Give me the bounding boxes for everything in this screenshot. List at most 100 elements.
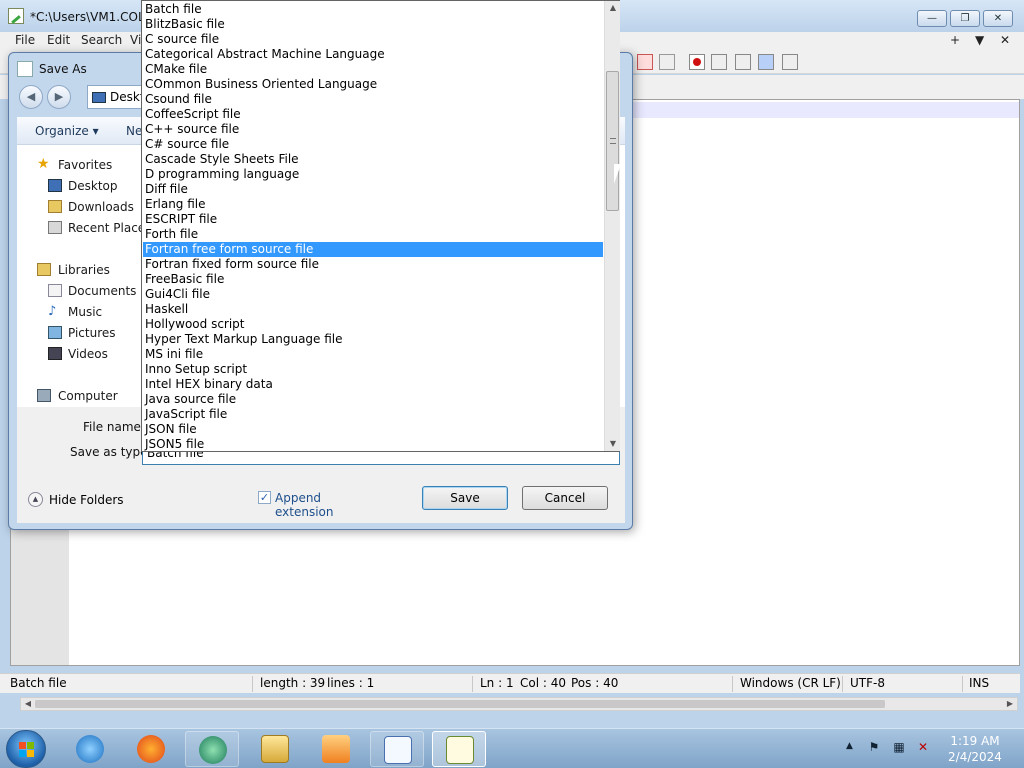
hide-folders-button[interactable]: ▲ Hide Folders xyxy=(28,491,138,509)
system-clock[interactable]: 1:19 AM 2/4/2024 xyxy=(940,733,1010,765)
dropdown-option[interactable]: Categorical Abstract Machine Language xyxy=(143,47,603,62)
start-button[interactable] xyxy=(6,730,46,768)
dropdown-option[interactable]: ESCRIPT file xyxy=(143,212,603,227)
action-center-flag-icon[interactable]: ⚑ xyxy=(866,740,882,756)
dropdown-option[interactable]: COmmon Business Oriented Language xyxy=(143,77,603,92)
dropdown-option[interactable]: Diff file xyxy=(143,182,603,197)
menu-search[interactable]: Search xyxy=(81,33,122,47)
dropdown-option[interactable]: JavaScript file xyxy=(143,407,603,422)
minimize-button[interactable]: — xyxy=(917,10,947,27)
nav-documents[interactable]: Documents xyxy=(17,282,147,300)
dropdown-option[interactable]: CoffeeScript file xyxy=(143,107,603,122)
forward-arrow-icon[interactable]: ▶ xyxy=(47,85,71,109)
menu-edit[interactable]: Edit xyxy=(47,33,70,47)
taskbar-internet-explorer[interactable] xyxy=(63,731,117,767)
dropdown-option[interactable]: Java source file xyxy=(143,392,603,407)
dropdown-option[interactable]: MS ini file xyxy=(143,347,603,362)
taskbar-media-player[interactable] xyxy=(309,731,363,767)
status-encoding: UTF-8 xyxy=(850,676,885,690)
dropdown-option[interactable]: Forth file xyxy=(143,227,603,242)
dropdown-option[interactable]: FreeBasic file xyxy=(143,272,603,287)
append-extension-checkbox[interactable]: ✓ Append extension xyxy=(258,489,378,519)
cancel-button[interactable]: Cancel xyxy=(522,486,608,510)
network-icon[interactable]: ▦ xyxy=(891,740,907,756)
save-as-type-dropdown-list[interactable]: Batch file BlitzBasic file C source file Ca… xyxy=(141,0,620,452)
scroll-thumb[interactable] xyxy=(35,700,885,708)
nav-libraries[interactable]: Libraries xyxy=(17,261,147,279)
new-tab-icon[interactable]: + xyxy=(950,33,960,47)
documents-icon xyxy=(48,284,62,297)
append-extension-label: Append extension xyxy=(275,491,334,519)
address-text: Deskt xyxy=(110,90,145,104)
dropdown-option[interactable]: Cascade Style Sheets File xyxy=(143,152,603,167)
libraries-icon xyxy=(37,263,51,276)
tab-list-icon[interactable]: ▼ xyxy=(975,33,984,47)
taskbar-wordpad[interactable] xyxy=(370,731,424,767)
nav-recent-places[interactable]: Recent Places xyxy=(17,219,151,237)
dropdown-option[interactable]: Intel HEX binary data xyxy=(143,377,603,392)
taskbar-notepadpp[interactable] xyxy=(432,731,486,767)
nav-pictures[interactable]: Pictures xyxy=(17,324,147,342)
taskbar-explorer[interactable] xyxy=(248,731,302,767)
windows-logo-icon xyxy=(19,742,35,758)
save-button[interactable]: Save xyxy=(422,486,508,510)
nav-music-label: Music xyxy=(68,305,103,319)
nav-videos[interactable]: Videos xyxy=(17,345,147,363)
dropdown-option[interactable]: Gui4Cli file xyxy=(143,287,603,302)
save-macro-icon[interactable] xyxy=(782,54,798,70)
record-macro-icon[interactable] xyxy=(689,54,705,70)
nav-downloads[interactable]: Downloads xyxy=(17,198,147,216)
play-macro-icon[interactable] xyxy=(735,54,751,70)
wordpad-icon xyxy=(384,736,412,764)
horizontal-scrollbar[interactable]: ◀ ▶ xyxy=(20,697,1018,711)
dropdown-option[interactable]: Batch file xyxy=(143,2,603,17)
nav-downloads-label: Downloads xyxy=(68,200,134,214)
dropdown-option[interactable]: BlitzBasic file xyxy=(143,17,603,32)
scroll-right-icon[interactable]: ▶ xyxy=(1003,698,1017,710)
scroll-left-icon[interactable]: ◀ xyxy=(21,698,35,710)
dropdown-option[interactable]: Fortran free form source file xyxy=(143,242,603,257)
close-all-icon[interactable] xyxy=(637,54,653,70)
menu-view[interactable]: Vi xyxy=(130,33,141,47)
dropdown-option[interactable]: JSON file xyxy=(143,422,603,437)
scroll-up-icon[interactable]: ▲ xyxy=(605,1,621,15)
status-eol: Windows (CR LF) xyxy=(740,676,841,690)
taskbar-browser-app[interactable] xyxy=(185,731,239,767)
show-hidden-icons-icon[interactable]: ▲ xyxy=(846,741,853,751)
star-icon: ★ xyxy=(37,156,50,172)
nav-music[interactable]: ♪ Music xyxy=(17,303,147,321)
menu-file[interactable]: File xyxy=(15,33,35,47)
organize-button[interactable]: Organize ▾ xyxy=(35,124,99,138)
nav-desktop[interactable]: Desktop xyxy=(17,177,147,195)
dropdown-option[interactable]: Hollywood script xyxy=(143,317,603,332)
restore-button[interactable]: ❐ xyxy=(950,10,980,27)
nav-computer[interactable]: Computer xyxy=(17,387,147,405)
dropdown-option[interactable]: Inno Setup script xyxy=(143,362,603,377)
dropdown-option[interactable]: Hyper Text Markup Language file xyxy=(143,332,603,347)
dropdown-option[interactable]: Haskell xyxy=(143,302,603,317)
taskbar-firefox[interactable] xyxy=(124,731,178,767)
dropdown-option[interactable]: C source file xyxy=(143,32,603,47)
new-folder-button[interactable]: Ne xyxy=(126,124,142,138)
close-button[interactable]: ✕ xyxy=(983,10,1013,27)
nav-favorites[interactable]: ★ Favorites xyxy=(17,156,147,174)
dropdown-option[interactable]: C# source file xyxy=(143,137,603,152)
run-macro-multiple-icon[interactable] xyxy=(758,54,774,70)
stop-macro-icon[interactable] xyxy=(711,54,727,70)
dropdown-option[interactable]: Csound file xyxy=(143,92,603,107)
dropdown-vertical-scrollbar[interactable]: ▲ ▼ xyxy=(604,1,620,451)
monitor-icon[interactable] xyxy=(659,54,675,70)
dropdown-option[interactable]: CMake file xyxy=(143,62,603,77)
dropdown-option[interactable]: JSON5 file xyxy=(143,437,603,452)
back-arrow-icon[interactable]: ◀ xyxy=(19,85,43,109)
dropdown-option[interactable]: Fortran fixed form source file xyxy=(143,257,603,272)
status-ln: Ln : 1 xyxy=(480,676,514,690)
dropdown-option[interactable]: C++ source file xyxy=(143,122,603,137)
recent-places-icon xyxy=(48,221,62,234)
dropdown-option[interactable]: Erlang file xyxy=(143,197,603,212)
dropdown-scroll-thumb[interactable] xyxy=(606,71,619,211)
close-doc-icon[interactable]: ✕ xyxy=(1000,33,1010,47)
dropdown-option[interactable]: D programming language xyxy=(143,167,603,182)
volume-muted-icon[interactable]: ✕ xyxy=(915,740,931,756)
scroll-down-icon[interactable]: ▼ xyxy=(605,437,621,451)
